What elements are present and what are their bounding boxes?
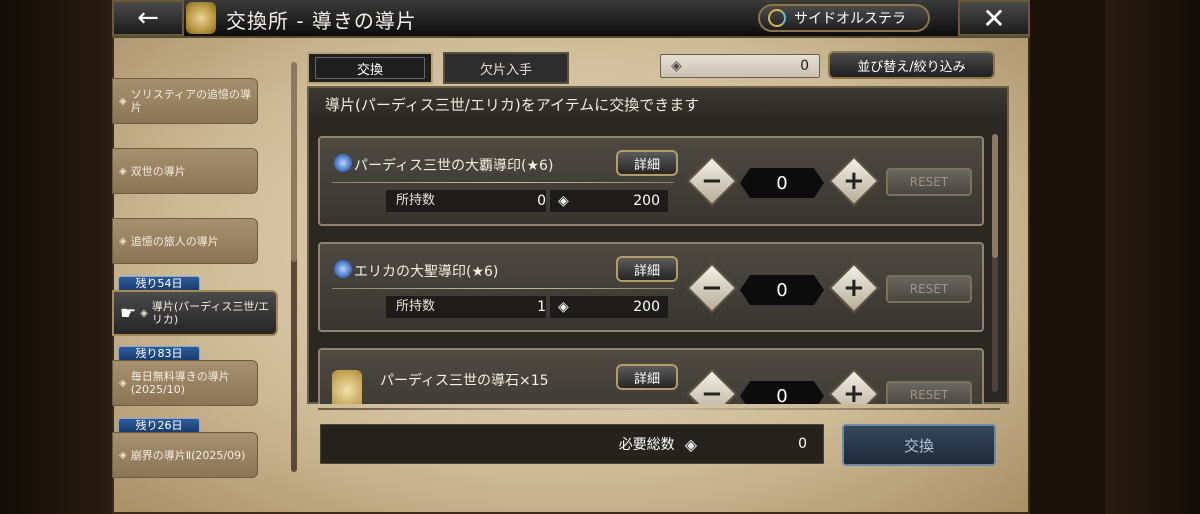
items-scroll-thumb[interactable]: [992, 134, 998, 258]
category-pardis-erika[interactable]: ☛ ◈ 導片(パーディス三世/エリカ): [112, 290, 278, 336]
right-border: [1105, 0, 1200, 514]
back-arrow-icon: ←: [137, 3, 159, 33]
diamond-icon: ◈: [119, 449, 127, 461]
exchange-item: エリカの大聖導印(★6) 詳細 所持数 1 ◈ 200: [318, 242, 984, 332]
fragment-icon: ◈: [671, 58, 682, 74]
minus-icon: −: [701, 378, 723, 404]
divider: [332, 288, 674, 289]
required-total-bar: 必要総数 ◈ 0: [320, 424, 824, 464]
shop-emblem-icon: [186, 2, 216, 34]
category-label: ソリスティアの追憶の導片: [130, 88, 252, 114]
fragment-icon: ◈: [558, 299, 569, 315]
category-label: 導片(パーディス三世/エリカ): [151, 300, 270, 326]
detail-button[interactable]: 詳細: [616, 150, 678, 176]
item-name: エリカの大聖導印(★6): [354, 264, 499, 280]
diamond-icon: ◈: [119, 377, 127, 389]
tab-label: 交換: [356, 62, 383, 78]
detail-button[interactable]: 詳細: [616, 256, 678, 282]
category-twin-worlds[interactable]: ◈ 双世の導片: [112, 148, 258, 194]
tab-label: 欠片入手: [479, 62, 532, 78]
close-button[interactable]: ✕: [958, 0, 1030, 36]
game-frame: ← 交換所 - 導きの導片 サイドオルステラ ✕ ◈ ソリスティアの追憶の導片 …: [0, 0, 1200, 514]
side-orsterra-label: サイドオルステラ: [794, 11, 906, 27]
stone-icon: [332, 370, 362, 404]
item-name: パーディス三世の大覇導印(★6): [354, 158, 554, 174]
currency-value: 0: [800, 58, 809, 74]
diamond-icon: ◈: [119, 235, 127, 247]
diamond-icon: ◈: [140, 307, 148, 319]
quantity-display: 0: [740, 168, 824, 198]
diamond-icon: ◈: [119, 165, 127, 177]
exchange-item: パーディス三世の大覇導印(★6) 詳細 所持数 0 ◈ 200: [318, 136, 984, 226]
category-label: 双世の導片: [130, 164, 186, 178]
category-scroll-thumb[interactable]: [291, 62, 297, 262]
diamond-icon: ◈: [119, 95, 127, 107]
detail-button[interactable]: 詳細: [616, 364, 678, 390]
quantity-display: 0: [740, 381, 824, 404]
tab-exchange[interactable]: 交換: [307, 52, 433, 84]
reset-button[interactable]: RESET: [886, 381, 972, 404]
close-icon: ✕: [982, 1, 1006, 35]
panel-header: 導片(パーディス三世/エリカ)をアイテムに交換できます: [309, 88, 1007, 122]
category-label: 毎日無料導きの導片(2025/10): [130, 370, 230, 396]
side-orsterra-button[interactable]: サイドオルステラ: [758, 4, 930, 32]
currency-counter: ◈ 0: [660, 54, 820, 78]
owned-count: 0: [537, 193, 546, 209]
category-traveler-memory[interactable]: ◈ 追憶の旅人の導片: [112, 218, 258, 264]
cost-value: 200: [633, 193, 660, 209]
plus-icon: +: [843, 378, 865, 404]
category-collapse[interactable]: ◈ 崩界の導片Ⅱ(2025/09): [112, 432, 258, 478]
exchange-item: パーディス三世の導石×15 詳細: [318, 348, 984, 404]
exchange-button[interactable]: 交換: [842, 424, 996, 466]
quantity-display: 0: [740, 275, 824, 305]
panel-divider: [318, 408, 1000, 410]
divider: [332, 182, 674, 183]
back-button[interactable]: ←: [112, 0, 184, 36]
tab-obtain-fragments[interactable]: 欠片入手: [443, 52, 569, 84]
sigil-icon: [334, 260, 352, 278]
category-label: 崩界の導片Ⅱ(2025/09): [130, 448, 246, 462]
cost-box: ◈ 200: [550, 190, 668, 212]
sigil-icon: [334, 154, 352, 172]
required-total-label: 必要総数: [618, 437, 675, 453]
swap-world-icon: [768, 9, 786, 27]
fragment-icon: ◈: [684, 434, 697, 454]
category-daily-free[interactable]: ◈ 毎日無料導きの導片(2025/10): [112, 360, 258, 406]
reset-button[interactable]: RESET: [886, 275, 972, 303]
category-label: 追憶の旅人の導片: [130, 234, 219, 248]
minus-icon: −: [701, 165, 723, 196]
minus-icon: −: [701, 272, 723, 303]
sort-filter-button[interactable]: 並び替え/絞り込み: [828, 51, 995, 79]
category-solistia[interactable]: ◈ ソリスティアの追憶の導片: [112, 78, 258, 124]
plus-icon: +: [843, 165, 865, 196]
cost-box: ◈ 200: [550, 296, 668, 318]
cost-value: 200: [633, 299, 660, 315]
page-title: 交換所 - 導きの導片: [226, 9, 417, 33]
fragment-icon: ◈: [558, 193, 569, 209]
item-name: パーディス三世の導石×15: [380, 373, 549, 389]
item-clip: パーディス三世の導石×15 詳細 − 0 + RESET: [318, 348, 984, 404]
required-total-value: 0: [798, 436, 807, 452]
left-border: [0, 0, 112, 514]
reset-button[interactable]: RESET: [886, 168, 972, 196]
pointing-hand-icon: ☛: [120, 302, 137, 324]
plus-icon: +: [843, 272, 865, 303]
owned-count: 1: [537, 299, 546, 315]
